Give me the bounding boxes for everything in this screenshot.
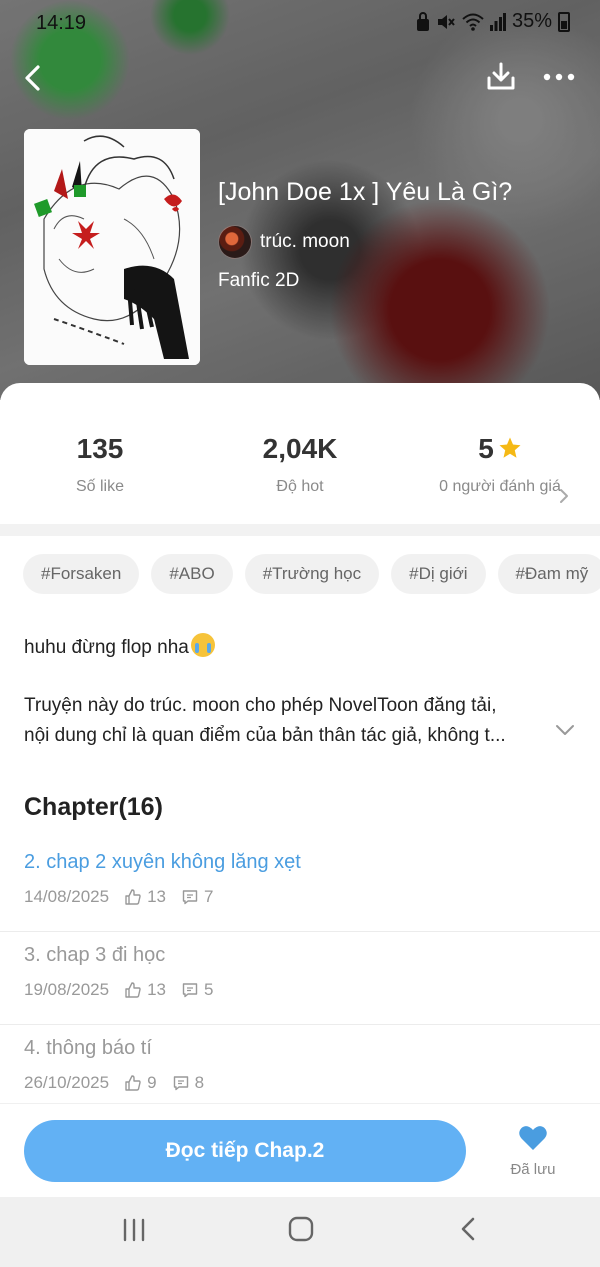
recent-apps-icon[interactable] bbox=[122, 1218, 146, 1242]
likes-label: Số like bbox=[75, 478, 125, 495]
chapter-date: 26/10/2025 bbox=[24, 1073, 110, 1092]
more-dots-icon bbox=[543, 73, 575, 81]
description-line-1: huhu đừng flop nha bbox=[24, 637, 189, 658]
chapter-item[interactable]: 3. chap 3 đi học 19/08/2025 13 5 bbox=[0, 944, 600, 1037]
chapter-likes: 13 bbox=[147, 980, 167, 999]
rating-value-row: 5 bbox=[400, 433, 600, 465]
chapter-date: 14/08/2025 bbox=[24, 887, 110, 906]
status-time: 14:19 bbox=[36, 12, 87, 34]
saved-button[interactable]: Đã lưu bbox=[498, 1124, 568, 1178]
chapter-likes: 13 bbox=[147, 887, 167, 906]
chapter-title: 2. chap 2 xuyên không lăng xẹt bbox=[24, 851, 301, 873]
signal-icon bbox=[489, 12, 506, 31]
chapter-comments: 8 bbox=[194, 1073, 205, 1092]
stat-likes: 135 Số like bbox=[0, 433, 200, 497]
back-button[interactable] bbox=[18, 62, 50, 94]
chapter-comments: 5 bbox=[204, 980, 214, 999]
stat-rating[interactable]: 5 0 người đánh giá bbox=[400, 433, 600, 497]
wifi-icon bbox=[462, 13, 484, 31]
stat-hot: 2,04K Độ hot bbox=[200, 433, 400, 497]
chapter-list-heading: Chapter(16) bbox=[24, 793, 163, 821]
chevron-right-icon[interactable] bbox=[558, 487, 570, 505]
comment-icon bbox=[182, 983, 198, 998]
cover-artwork bbox=[24, 129, 200, 365]
bottom-action-bar: Đọc tiếp Chap.2 Đã lưu bbox=[0, 1103, 600, 1199]
chapter-separator bbox=[0, 1024, 600, 1025]
chapter-meta: 19/08/2025 13 5 bbox=[24, 980, 213, 1000]
comment-icon bbox=[182, 890, 198, 905]
chapter-meta: 26/10/2025 9 8 bbox=[24, 1073, 204, 1093]
book-title: [John Doe 1x ] Yêu Là Gì? bbox=[218, 178, 513, 206]
mute-icon bbox=[437, 14, 455, 29]
stats-row: 135 Số like 2,04K Độ hot 5 0 người đánh … bbox=[0, 383, 600, 523]
author-name: trúc. moon bbox=[260, 231, 350, 252]
description-body: Truyện này do trúc. moon cho phép NovelT… bbox=[24, 691, 554, 751]
tag-list: #Forsaken #ABO #Trường học #Dị giới #Đam… bbox=[23, 554, 600, 594]
description-intro: huhu đừng flop nha bbox=[24, 633, 215, 659]
battery-percent: 35% bbox=[511, 10, 552, 32]
author-link[interactable]: trúc. moon bbox=[218, 225, 350, 259]
heart-icon bbox=[519, 1126, 547, 1150]
chapter-title: 4. thông báo tí bbox=[24, 1037, 152, 1059]
thumbs-up-icon bbox=[125, 1075, 141, 1091]
section-divider bbox=[0, 524, 600, 536]
chapter-meta: 14/08/2025 13 7 bbox=[24, 887, 213, 907]
chapter-comments: 7 bbox=[204, 887, 214, 906]
likes-value: 135 bbox=[76, 433, 124, 464]
hot-label: Độ hot bbox=[276, 478, 324, 495]
hot-value: 2,04K bbox=[262, 433, 338, 464]
thumbs-up-icon bbox=[125, 982, 141, 998]
status-bar: 14:19 35% bbox=[0, 0, 600, 46]
system-nav-bar bbox=[0, 1197, 600, 1267]
book-cover[interactable] bbox=[24, 129, 200, 365]
chapter-date: 19/08/2025 bbox=[24, 980, 110, 999]
tag-chip[interactable]: #Trường học bbox=[244, 554, 380, 594]
download-icon bbox=[487, 62, 515, 90]
more-options-button[interactable] bbox=[542, 62, 576, 92]
expand-chevron-icon[interactable] bbox=[554, 723, 576, 737]
description-line-2: Truyện này do trúc. moon cho phép NovelT… bbox=[24, 695, 497, 716]
tag-chip[interactable]: #Đam mỹ bbox=[497, 554, 600, 594]
tag-chip[interactable]: #Forsaken bbox=[23, 554, 140, 594]
description-line-3: nội dung chỉ là quan điểm của bản thân t… bbox=[24, 725, 506, 746]
lock-icon bbox=[416, 11, 429, 31]
tag-chip[interactable]: #ABO bbox=[151, 554, 233, 594]
download-button[interactable] bbox=[484, 60, 518, 94]
star-icon bbox=[499, 437, 521, 458]
book-genre[interactable]: Fanfic 2D bbox=[218, 270, 299, 292]
chapter-title: 3. chap 3 đi học bbox=[24, 944, 166, 966]
thumbs-up-icon bbox=[125, 889, 141, 905]
tag-chip[interactable]: #Dị giới bbox=[391, 554, 486, 594]
chapter-likes: 9 bbox=[147, 1073, 157, 1092]
saved-label: Đã lưu bbox=[510, 1161, 556, 1178]
battery-icon bbox=[558, 11, 570, 32]
chapter-separator bbox=[0, 931, 600, 932]
status-icons: 35% bbox=[416, 10, 570, 33]
rating-value: 5 bbox=[478, 433, 494, 464]
continue-reading-button[interactable]: Đọc tiếp Chap.2 bbox=[24, 1120, 466, 1182]
crying-emoji-icon bbox=[190, 633, 215, 657]
home-icon[interactable] bbox=[288, 1216, 314, 1242]
comment-icon bbox=[173, 1076, 188, 1091]
system-back-icon[interactable] bbox=[458, 1216, 478, 1242]
chapter-item[interactable]: 2. chap 2 xuyên không lăng xẹt 14/08/202… bbox=[0, 851, 600, 944]
top-bar bbox=[0, 54, 600, 102]
chevron-left-icon bbox=[25, 65, 40, 91]
author-avatar bbox=[218, 225, 252, 259]
rating-label: 0 người đánh giá bbox=[439, 478, 561, 495]
